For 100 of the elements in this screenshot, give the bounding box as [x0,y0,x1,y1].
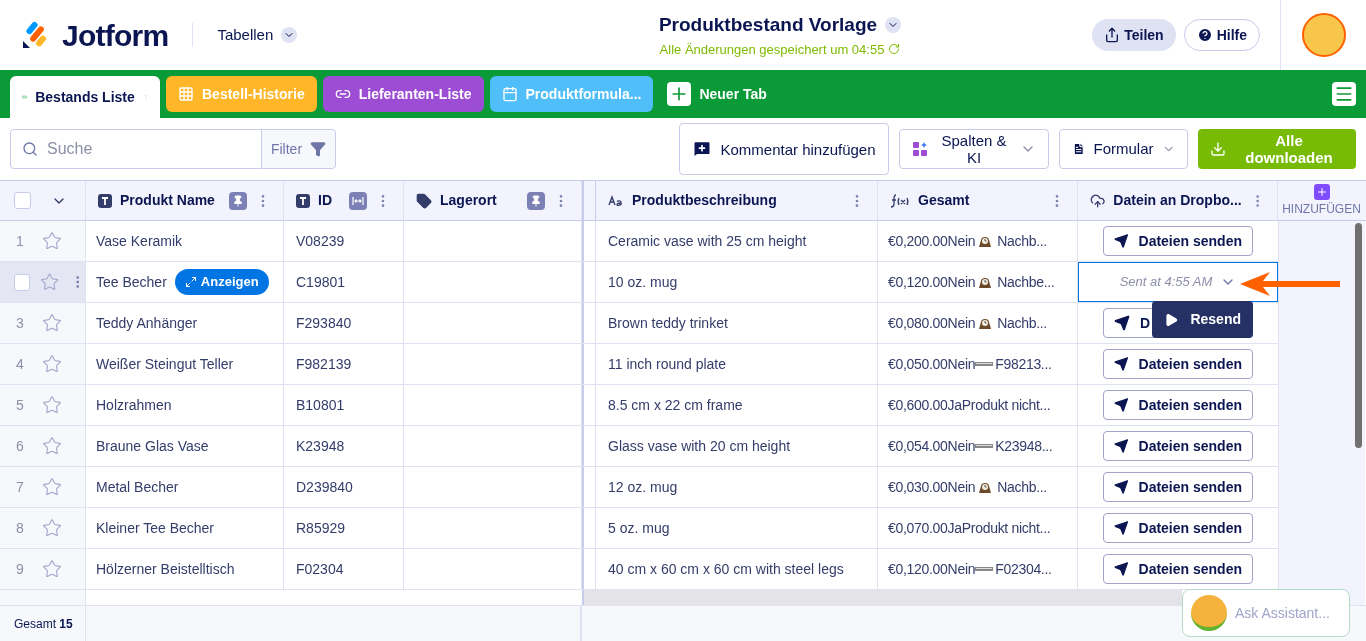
open-button[interactable]: Anzeigen [174,269,269,295]
table-title[interactable]: Produktbestand Vorlage [658,11,902,40]
table-cell-text: Teddy Anhänger [96,313,198,333]
table-cell-text: €0,120.00Nein [888,559,976,579]
star-icon[interactable] [42,518,62,538]
resend-tooltip[interactable]: Resend [1152,301,1253,338]
grid-icon [178,86,194,102]
star-icon[interactable] [42,436,62,456]
share-icon [1104,27,1121,43]
text-type-icon [608,194,624,207]
table-cell-text: F98213... [995,354,1052,374]
share-button[interactable]: Teilen [1092,19,1176,51]
star-icon[interactable] [42,559,62,579]
table-cell-text: Metal Becher [96,477,179,497]
scrollbar[interactable] [1355,223,1362,448]
row-number: 3 [16,313,25,333]
document-icon [1072,141,1086,157]
star-icon[interactable] [42,313,62,333]
table-cell-text: F02304... [995,559,1052,579]
table-cell-text: 5 oz. mug [608,518,670,538]
plus-icon [1313,183,1330,200]
column-header[interactable]: ID [284,181,404,220]
plus-icon [667,82,692,106]
table-cell-text: Holzrahmen [96,395,172,415]
send-icon [1114,356,1129,372]
table-cell-text: 10 oz. mug [608,272,678,292]
horizontal-scrollbar[interactable] [584,590,1182,605]
pin-icon[interactable] [527,191,545,210]
table-cell-text: B10801 [296,395,345,415]
new-tab-button[interactable]: Neuer Tab [659,76,775,112]
column-header[interactable]: Lagerort [404,181,582,220]
menu-button[interactable] [1332,82,1356,106]
search-field[interactable]: Suche [10,129,262,169]
star-icon[interactable] [40,272,60,292]
filter-icon [310,141,327,157]
tab[interactable]: Lieferanten-Liste [322,76,484,112]
table-cell-text: F982139 [296,354,352,374]
columns-button[interactable]: Spalten & KI [899,129,1049,169]
calendar-icon [501,86,518,102]
send-icon [1114,315,1130,331]
column-header[interactable]: Produktbeschreibung [596,181,878,220]
row-number: 1 [16,231,25,251]
row-number: 6 [16,436,25,456]
table-cell-text: Nachbe... [997,272,1055,292]
select-all-checkbox[interactable] [14,192,31,209]
table-cell-text: F293840 [296,313,352,333]
logo-text: Jotform [62,17,169,54]
tag-icon [416,192,432,209]
table-cell-text: Nachb... [997,313,1047,333]
rule-icon [975,443,994,449]
send-icon [1114,479,1129,495]
pin-icon[interactable] [229,191,247,210]
send-files-button[interactable]: Dateien senden [1103,513,1253,543]
table-cell-text: Kleiner Tee Becher [96,518,215,538]
send-files-button[interactable]: Dateien senden [1103,554,1253,584]
star-icon[interactable] [42,477,62,497]
section-dropdown[interactable]: Tabellen [217,23,298,47]
table-cell-text: €0,070.00JaProdukt nicht... [888,518,1051,538]
cloud-upload-icon [1090,192,1106,209]
table-cell-text: €0,080.00Nein [888,313,976,333]
table-cell-text: C19801 [296,272,346,292]
star-icon[interactable] [42,231,62,251]
refresh-icon [888,43,901,56]
rule-icon [975,566,994,572]
row-number: 4 [16,354,25,374]
table-cell-text: Weißer Steingut Teller [96,354,234,374]
send-files-button[interactable]: Dateien senden [1103,431,1253,461]
form-button[interactable]: Formular [1059,129,1188,169]
table-cell-text: K23948 [296,436,345,456]
column-header[interactable]: Gesamt [878,181,1078,220]
help-icon [1196,27,1213,43]
send-files-button[interactable]: Dateien senden [1103,349,1253,379]
table-cell-text: Hölzerner Beistelltisch [96,559,235,579]
star-icon[interactable] [42,395,62,415]
filter-button[interactable]: Filter [261,129,336,169]
total-count: Gesamt 15 [14,615,73,633]
table-cell-text: 40 cm x 60 cm x 60 cm with steel legs [608,559,844,579]
table-cell-text: Braune Glas Vase [96,436,209,456]
send-files-button[interactable]: Dateien senden [1103,472,1253,502]
comment-button[interactable]: Kommentar hinzufügen [679,123,889,175]
clock-icon [977,316,994,330]
tab[interactable]: Bestands Liste [10,76,160,118]
send-icon [1114,561,1129,577]
avatar[interactable] [1301,13,1346,57]
table-cell-text: K23948... [995,436,1053,456]
table-cell-text: €0,054.00Nein [888,436,976,456]
table-cell-text: 11 inch round plate [608,354,727,374]
column-header[interactable]: Produkt Name [86,181,284,220]
table-cell-text: €0,030.00Nein [888,477,976,497]
send-files-button[interactable]: Dateien senden [1103,226,1253,256]
text-type-icon [98,193,112,208]
send-files-button[interactable]: Dateien senden [1103,390,1253,420]
table-cell-text: 12 oz. mug [608,477,678,497]
row-checkbox[interactable] [14,273,31,291]
send-icon [1164,311,1179,328]
rule-icon [975,361,994,367]
star-icon[interactable] [42,354,62,374]
table-cell-text: R85929 [296,518,346,538]
row-number: 7 [16,477,25,497]
fit-width-icon[interactable] [349,191,367,210]
